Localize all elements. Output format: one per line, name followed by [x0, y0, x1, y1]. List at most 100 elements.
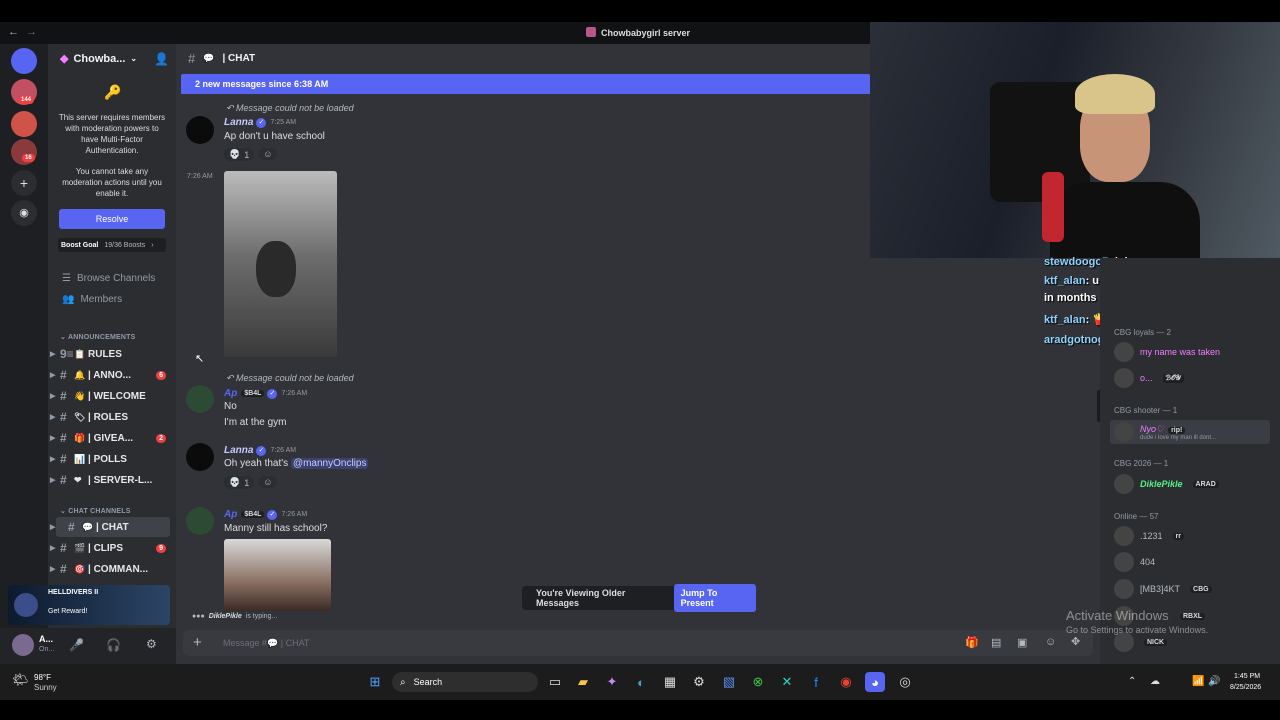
weather-icon[interactable]: 🌤	[12, 672, 29, 688]
channel-item[interactable]: ▶ 9≡ 📋 RULES	[48, 344, 176, 364]
avatar[interactable]	[186, 443, 214, 471]
channel-caret-icon: ▶	[50, 566, 56, 573]
members-link[interactable]: 👥 Members	[62, 294, 122, 305]
category-chat[interactable]: ⌄ CHAT CHANNELS	[60, 507, 131, 515]
member-category: CBG 2026 — 1	[1114, 459, 1169, 468]
member-row[interactable]: Nyo♡ rip! dude i love my man ill dont...	[1110, 420, 1270, 444]
reply-preview[interactable]: ↶ Message could not be loaded	[226, 373, 354, 384]
copilot-icon[interactable]: ✦	[602, 672, 622, 692]
app-icon[interactable]: ▧	[719, 672, 739, 692]
clock-time[interactable]: 1:45 PM	[1234, 673, 1260, 680]
headphones-icon[interactable]: 🎧	[106, 638, 121, 652]
channel-name: | ANNO...	[88, 369, 131, 381]
microphone-icon[interactable]: 🎤	[69, 638, 84, 652]
file-explorer-icon[interactable]: ▰	[573, 672, 593, 692]
channel-item[interactable]: ▶ # 🔔 | ANNO... 6	[48, 365, 176, 385]
jump-to-present-button[interactable]: Jump To Present	[673, 584, 756, 612]
message-author[interactable]: Ap	[224, 388, 237, 399]
plus-icon[interactable]: +	[193, 634, 202, 651]
taskbar-search[interactable]: ⌕ Search	[392, 672, 538, 692]
emoji-picker-icon[interactable]: ☺	[1045, 636, 1056, 648]
member-row[interactable]: o... ℬ𝒪𝒴	[1114, 368, 1184, 388]
steam-icon[interactable]: ⚙	[689, 672, 709, 692]
chrome-icon[interactable]: ◉	[836, 672, 856, 692]
channel-item[interactable]: ▶ # 🎯 | COMMAN...	[48, 559, 176, 579]
member-row[interactable]: 404	[1114, 552, 1155, 572]
xbox-icon[interactable]: ⊗	[748, 672, 768, 692]
skull-reaction[interactable]: 💀 1	[224, 476, 255, 489]
resolve-button[interactable]: Resolve	[59, 209, 165, 229]
browse-channels[interactable]: ☰ Browse Channels	[62, 273, 155, 284]
title-bar: ← → Chowbabygirl server	[0, 22, 870, 44]
reply-preview[interactable]: ↶ Message could not be loaded	[226, 103, 354, 114]
game-promo-action: Get Reward!	[48, 608, 88, 615]
member-row[interactable]: my name was taken	[1114, 342, 1220, 362]
direct-messages-icon[interactable]	[11, 48, 37, 74]
settings-gear-icon[interactable]: ⚙	[146, 637, 157, 651]
channel-item[interactable]: ▶ # 👋 | WELCOME	[48, 386, 176, 406]
boost-goal-bar[interactable]: Boost Goal 19/36 Boosts ›	[58, 238, 166, 252]
capcut-icon[interactable]: ✕	[777, 672, 797, 692]
channel-caret-icon: ▶	[50, 414, 56, 421]
gif-icon[interactable]: ▤	[991, 636, 1001, 649]
member-row[interactable]: .1231 rr	[1114, 526, 1184, 546]
category-announcements[interactable]: ⌄ ANNOUNCEMENTS	[60, 333, 136, 341]
game-promo[interactable]: HELLDIVERS II Get Reward!	[8, 585, 170, 625]
streamer-hair	[1075, 74, 1155, 114]
obs-icon[interactable]: ◎	[895, 672, 915, 692]
image-attachment[interactable]	[224, 171, 337, 357]
activate-windows-title: Activate Windows	[1066, 608, 1169, 623]
store-icon[interactable]: ▦	[660, 672, 680, 692]
channel-item[interactable]: ▶ # 🎬 | CLIPS 9	[48, 538, 176, 558]
message-author[interactable]: Lanna	[224, 445, 253, 456]
member-row[interactable]: NICK	[1114, 632, 1168, 652]
clock-date[interactable]: 8/25/2026	[1230, 684, 1261, 691]
server-badge-3: 16	[22, 154, 35, 162]
wifi-icon[interactable]: 📶	[1192, 676, 1204, 687]
discover-icon[interactable]: ◉	[11, 200, 37, 226]
avatar[interactable]	[186, 385, 214, 413]
server-icon-2[interactable]	[11, 111, 37, 137]
volume-icon[interactable]: 🔊	[1208, 676, 1220, 687]
avatar[interactable]	[186, 507, 214, 535]
member-row[interactable]: DiklePikle ARAD	[1114, 474, 1219, 494]
add-server-icon[interactable]: +	[11, 170, 37, 196]
chat-bubble-icon: 💬	[203, 52, 215, 63]
channel-item[interactable]: ▶ # ❤ | SERVER-L...	[48, 470, 176, 490]
apps-icon[interactable]: ✥	[1071, 635, 1080, 648]
user-avatar[interactable]	[12, 634, 34, 656]
task-view-icon[interactable]: ▭	[545, 672, 565, 692]
message-text: I'm at the gym	[224, 417, 287, 428]
edge-icon[interactable]: ◐	[631, 672, 651, 692]
new-messages-banner[interactable]: 2 new messages since 6:38 AM	[181, 74, 870, 94]
add-reaction-button[interactable]: ☺	[258, 148, 278, 160]
message-author[interactable]: Lanna	[224, 117, 253, 128]
older-messages-bar: You're Viewing Older Messages Jump To Pr…	[522, 584, 756, 612]
server-header[interactable]: ◆ Chowba... ⌄	[60, 52, 137, 66]
gift-icon[interactable]: 🎁	[965, 636, 979, 649]
windows-start-icon[interactable]: ⊞	[365, 672, 385, 692]
image-attachment[interactable]	[224, 539, 331, 611]
avatar[interactable]	[186, 116, 214, 144]
channel-item[interactable]: ▶ # 🎁 | GIVEA... 2	[48, 428, 176, 448]
message-header: Lanna ✓ 7:26 AM	[224, 445, 296, 456]
user-mention[interactable]: @mannyOnclips	[290, 458, 369, 469]
channel-item[interactable]: ▶ # 📊 | POLLS	[48, 449, 176, 469]
channel-item[interactable]: ▶ # 💬 | CHAT	[50, 517, 170, 537]
message-author[interactable]: Ap	[224, 509, 237, 520]
message-input[interactable]: + Message #💬 | CHAT 🎁 ▤ ▣ ☺ ✥	[183, 630, 1093, 656]
invite-icon[interactable]: 👤	[154, 52, 169, 66]
skull-reaction[interactable]: 💀 1	[224, 148, 255, 161]
sticker-icon[interactable]: ▣	[1017, 636, 1027, 649]
member-row[interactable]: [MB3]4KT CBG	[1114, 579, 1212, 599]
forward-arrow-icon[interactable]: →	[26, 26, 37, 38]
facebook-icon[interactable]: f	[806, 672, 826, 692]
channel-item[interactable]: ▶ # 🏷 | ROLES	[48, 407, 176, 427]
tray-chevron-icon[interactable]: ⌃	[1128, 676, 1136, 687]
back-arrow-icon[interactable]: ←	[8, 26, 19, 38]
add-reaction-button[interactable]: ☺	[258, 476, 278, 488]
category-announcements-label: ANNOUNCEMENTS	[67, 334, 136, 341]
people-icon: 👥	[62, 294, 75, 305]
discord-icon[interactable]: ◕	[865, 672, 885, 692]
tray-app-icon[interactable]: ☁	[1150, 676, 1160, 687]
